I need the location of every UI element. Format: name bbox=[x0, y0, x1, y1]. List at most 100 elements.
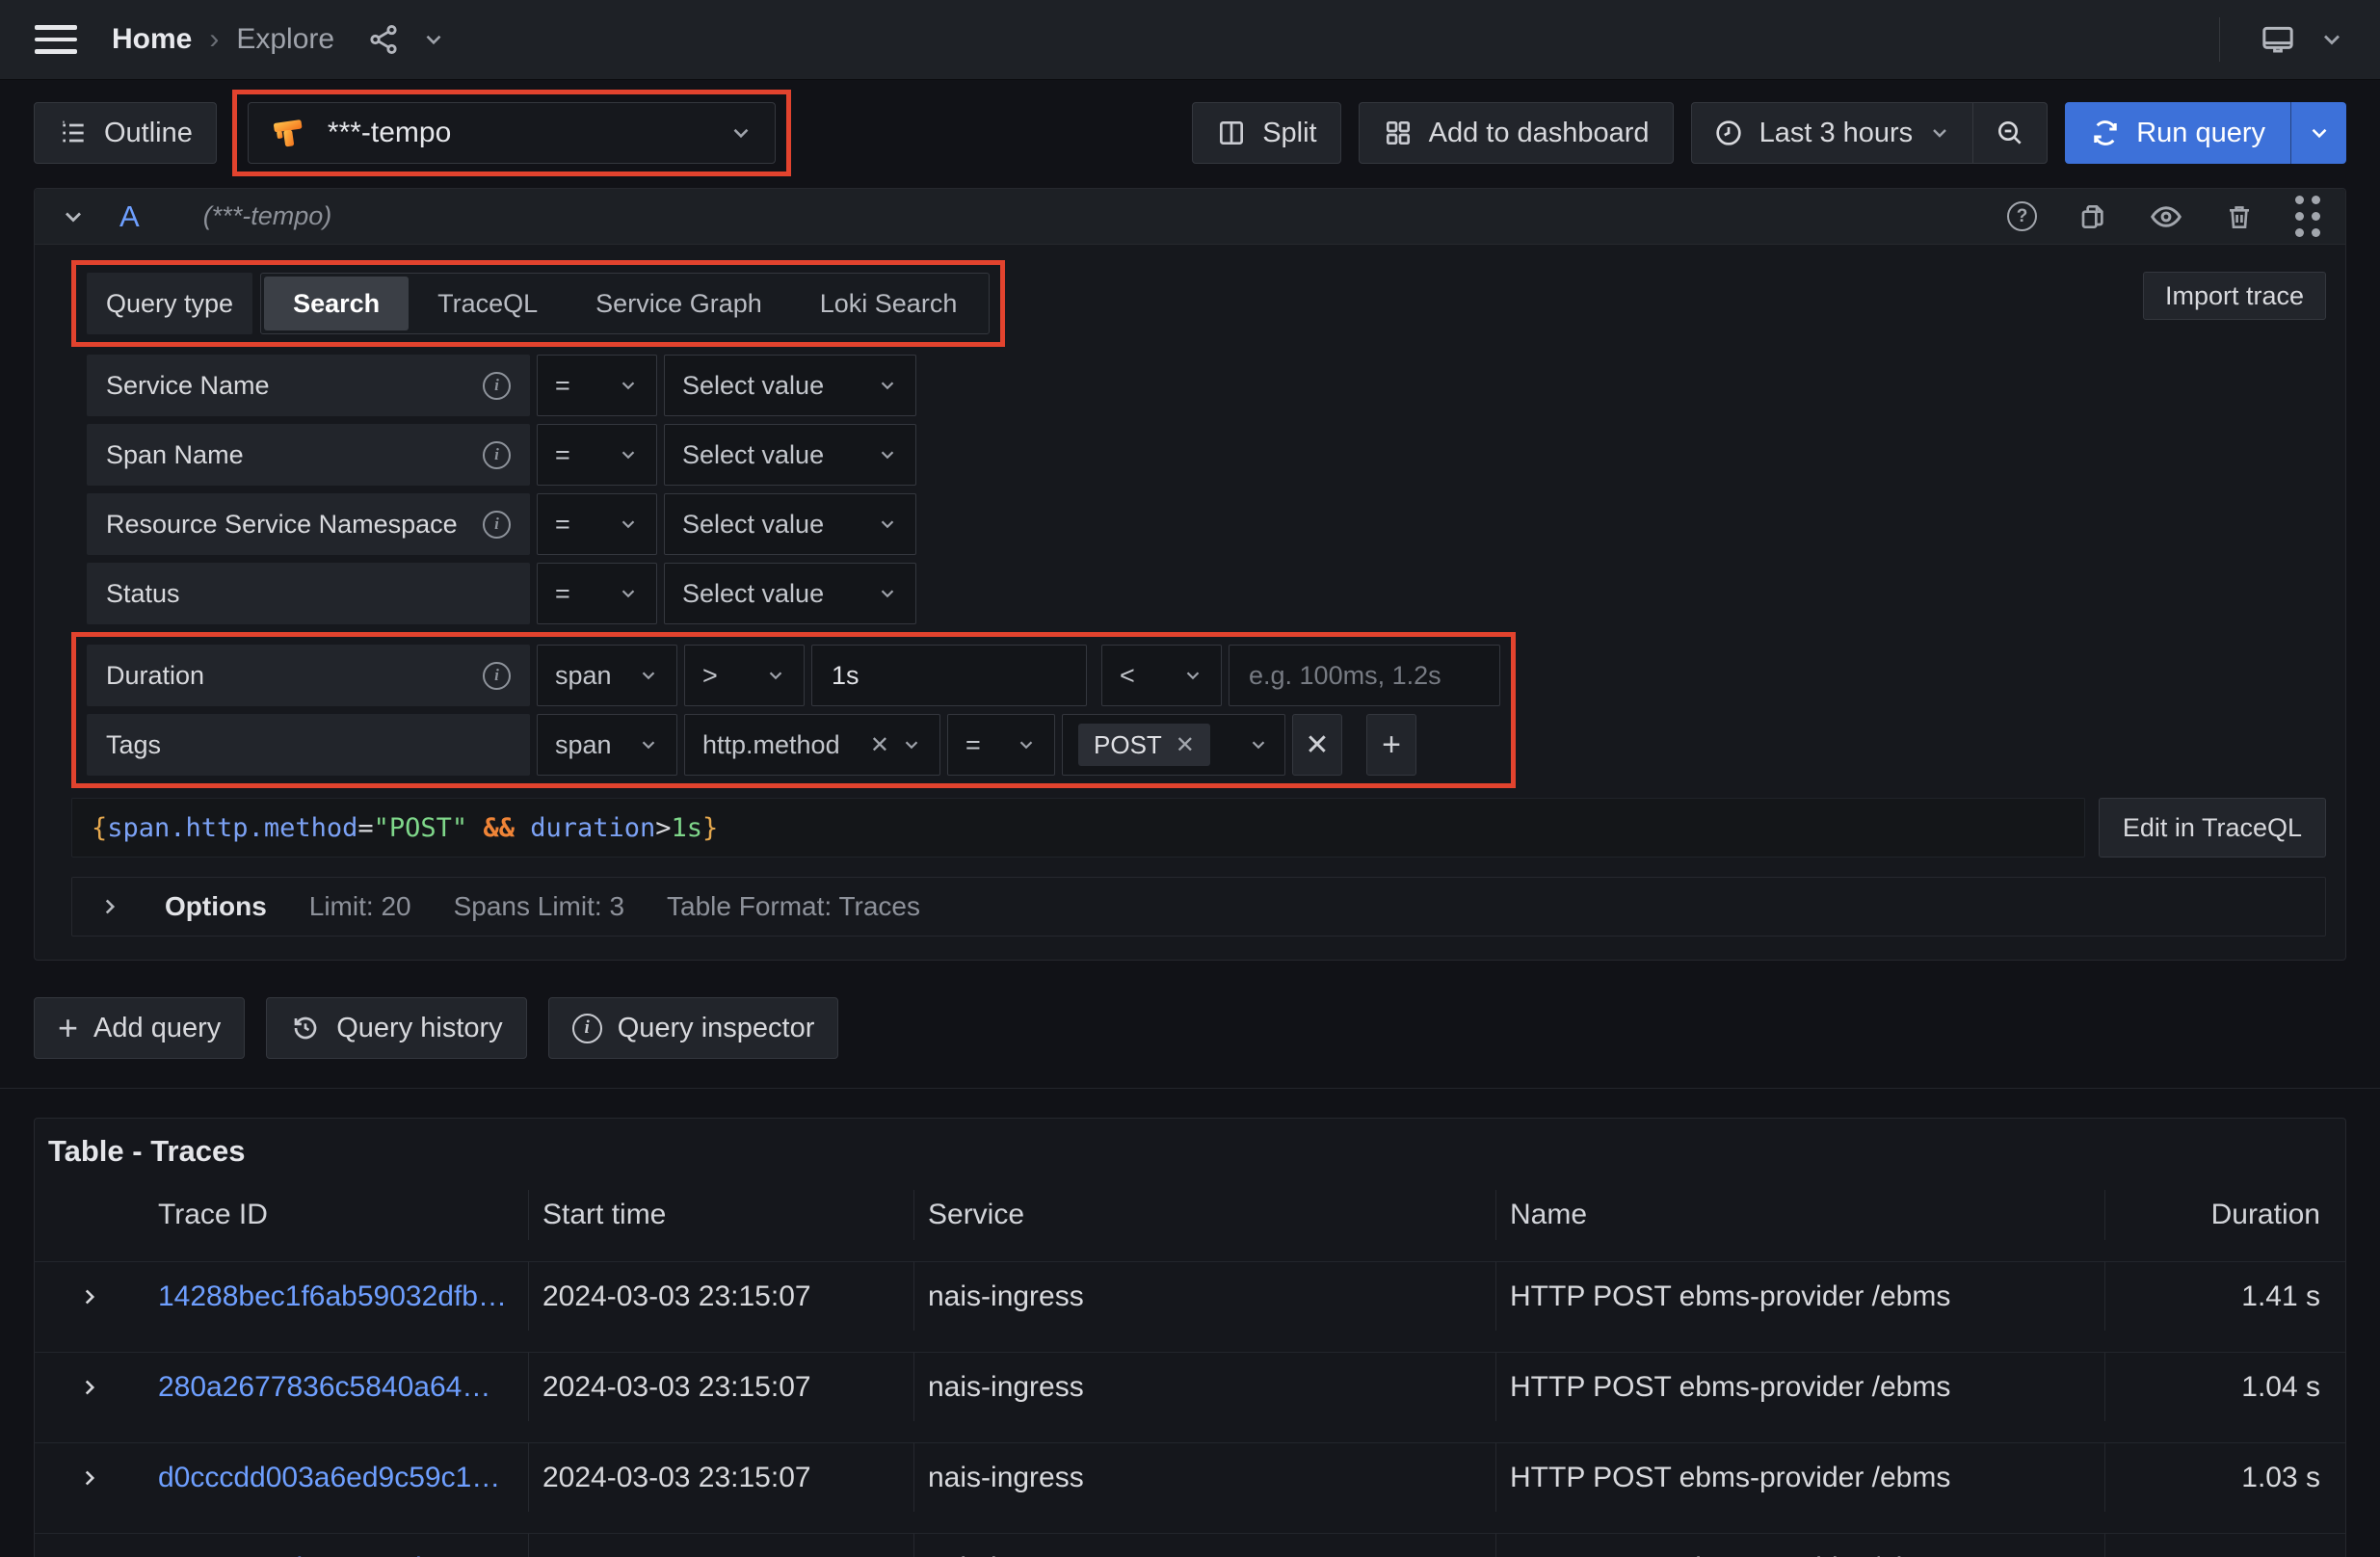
zoom-out-time-button[interactable] bbox=[1972, 103, 2047, 163]
column-header-trace-id[interactable]: Trace ID bbox=[145, 1190, 528, 1240]
tag-operator-select[interactable]: = bbox=[947, 714, 1055, 776]
duration-scope-select[interactable]: span bbox=[537, 645, 677, 706]
query-type-service-graph[interactable]: Service Graph bbox=[567, 277, 791, 330]
status-value-select[interactable]: Select value bbox=[664, 563, 916, 624]
chevron-down-icon bbox=[1248, 734, 1269, 755]
chevron-down-icon bbox=[618, 514, 639, 535]
options-limit: Limit: 20 bbox=[309, 891, 411, 922]
query-type-traceql[interactable]: TraceQL bbox=[409, 277, 567, 330]
trace-id-link[interactable]: d0cccdd003a6ed9c59c1… bbox=[158, 1462, 500, 1494]
chevron-down-icon bbox=[877, 583, 898, 604]
chevron-down-icon bbox=[765, 665, 786, 686]
span-name-value-select[interactable]: Select value bbox=[664, 424, 916, 486]
query-type-label-text: Query type bbox=[106, 289, 233, 319]
span-name-label: Span Name i bbox=[87, 424, 530, 486]
info-icon[interactable]: i bbox=[483, 511, 511, 539]
edit-in-traceql-button[interactable]: Edit in TraceQL bbox=[2099, 798, 2326, 858]
chevron-right-icon bbox=[97, 894, 122, 919]
tags-label: Tags bbox=[87, 714, 530, 776]
info-icon[interactable]: i bbox=[483, 441, 511, 469]
clear-tag-key-icon[interactable]: ✕ bbox=[870, 731, 889, 759]
duration-min-operator-select[interactable]: > bbox=[684, 645, 805, 706]
query-type-loki-search[interactable]: Loki Search bbox=[791, 277, 987, 330]
outline-label: Outline bbox=[104, 118, 193, 149]
import-trace-button[interactable]: Import trace bbox=[2143, 272, 2326, 320]
query-help-button[interactable]: ? bbox=[2007, 201, 2037, 231]
name-cell: HTTP POST ebms-provider /ebms bbox=[1495, 1533, 2104, 1557]
chevron-down-icon bbox=[638, 734, 659, 755]
remove-tag-button[interactable]: ✕ bbox=[1292, 714, 1342, 776]
remove-query-button[interactable] bbox=[2224, 201, 2255, 232]
add-tag-button[interactable]: + bbox=[1366, 714, 1416, 776]
time-range-picker[interactable]: Last 3 hours bbox=[1692, 103, 1973, 163]
row-expand-chevron-icon[interactable] bbox=[35, 1533, 145, 1557]
drag-handle-icon[interactable] bbox=[2295, 196, 2320, 237]
tag-scope-select[interactable]: span bbox=[537, 714, 677, 776]
row-expand-chevron-icon[interactable] bbox=[35, 1352, 145, 1421]
remove-tag-value-icon[interactable]: ✕ bbox=[1176, 731, 1195, 759]
zoom-out-icon bbox=[1995, 118, 2025, 148]
menu-icon[interactable] bbox=[35, 25, 77, 54]
add-to-dashboard-label: Add to dashboard bbox=[1429, 118, 1650, 149]
table-header-row: Trace ID Start time Service Name Duratio… bbox=[35, 1190, 2345, 1240]
add-to-dashboard-button[interactable]: Add to dashboard bbox=[1359, 102, 1674, 164]
breadcrumb-chevron-down-icon[interactable] bbox=[421, 27, 446, 52]
row-expand-chevron-icon[interactable] bbox=[35, 1261, 145, 1331]
trash-icon bbox=[2224, 201, 2255, 232]
duplicate-query-button[interactable] bbox=[2077, 201, 2108, 232]
name-cell: HTTP POST ebms-provider /ebms bbox=[1495, 1261, 2104, 1331]
run-query-button[interactable]: Run query bbox=[2065, 102, 2290, 164]
run-query-chevron-down-icon[interactable] bbox=[2290, 102, 2346, 164]
time-range-chevron-down-icon bbox=[1928, 121, 1951, 145]
datasource-picker[interactable]: ***-tempo bbox=[248, 102, 776, 164]
duration-max-input[interactable] bbox=[1229, 645, 1500, 706]
add-query-button[interactable]: + Add query bbox=[34, 997, 245, 1059]
split-button[interactable]: Split bbox=[1192, 102, 1340, 164]
split-label: Split bbox=[1262, 118, 1316, 149]
row-expand-chevron-icon[interactable] bbox=[35, 1442, 145, 1512]
table-row: 508a9a82d2e7660aba10… 2024-03-03 23:15:0… bbox=[35, 1533, 2345, 1557]
outline-list-icon bbox=[58, 118, 89, 148]
info-icon[interactable]: i bbox=[483, 662, 511, 690]
collapse-query-chevron-icon[interactable] bbox=[60, 203, 87, 230]
service-cell: nais-ingress bbox=[913, 1533, 1495, 1557]
topnav-chevron-down-icon[interactable] bbox=[2318, 26, 2345, 53]
breadcrumb-home[interactable]: Home bbox=[112, 23, 192, 56]
service-name-value-select[interactable]: Select value bbox=[664, 355, 916, 416]
query-type-search[interactable]: Search bbox=[264, 277, 409, 330]
service-name-operator-select[interactable]: = bbox=[537, 355, 657, 416]
span-name-operator-select[interactable]: = bbox=[537, 424, 657, 486]
status-operator-select[interactable]: = bbox=[537, 563, 657, 624]
trace-id-link[interactable]: 280a2677836c5840a64… bbox=[158, 1371, 490, 1404]
trace-id-link[interactable]: 508a9a82d2e7660aba10… bbox=[158, 1552, 509, 1557]
options-collapse-row[interactable]: Options Limit: 20 Spans Limit: 3 Table F… bbox=[71, 877, 2326, 937]
time-picker-group: Last 3 hours bbox=[1691, 102, 2049, 164]
tag-key-select[interactable]: http.method ✕ bbox=[684, 714, 940, 776]
query-inspector-button[interactable]: i Query inspector bbox=[548, 997, 839, 1059]
start-time-cell: 2024-03-03 23:15:07 bbox=[528, 1352, 913, 1421]
share-icon[interactable] bbox=[367, 23, 400, 56]
outline-button[interactable]: Outline bbox=[34, 102, 217, 164]
duration-max-operator-select[interactable]: < bbox=[1101, 645, 1222, 706]
secondary-actions: + Add query Query history i Query inspec… bbox=[34, 997, 2346, 1059]
resource-service-namespace-value-select[interactable]: Select value bbox=[664, 493, 916, 555]
column-header-duration[interactable]: Duration bbox=[2104, 1190, 2345, 1240]
query-history-button[interactable]: Query history bbox=[266, 997, 526, 1059]
options-label: Options bbox=[165, 891, 267, 922]
info-icon[interactable]: i bbox=[483, 372, 511, 400]
filter-row-duration: Duration i span > < bbox=[87, 645, 1500, 706]
filter-row-resource-service-namespace: Resource Service Namespace i = Select va… bbox=[87, 493, 2326, 555]
chevron-down-icon bbox=[618, 375, 639, 396]
eye-icon bbox=[2149, 199, 2183, 234]
monitor-icon[interactable] bbox=[2259, 20, 2297, 59]
name-cell: HTTP POST ebms-provider /ebms bbox=[1495, 1352, 2104, 1421]
tag-value-select[interactable]: POST ✕ bbox=[1062, 714, 1285, 776]
column-header-start-time[interactable]: Start time bbox=[528, 1190, 913, 1240]
resource-service-namespace-operator-select[interactable]: = bbox=[537, 493, 657, 555]
trace-id-link[interactable]: 14288bec1f6ab59032dfb… bbox=[158, 1280, 507, 1313]
toggle-query-visibility-button[interactable] bbox=[2149, 199, 2183, 234]
duration-min-input[interactable] bbox=[811, 645, 1087, 706]
column-header-service[interactable]: Service bbox=[913, 1190, 1495, 1240]
service-name-label: Service Name i bbox=[87, 355, 530, 416]
column-header-name[interactable]: Name bbox=[1495, 1190, 2104, 1240]
